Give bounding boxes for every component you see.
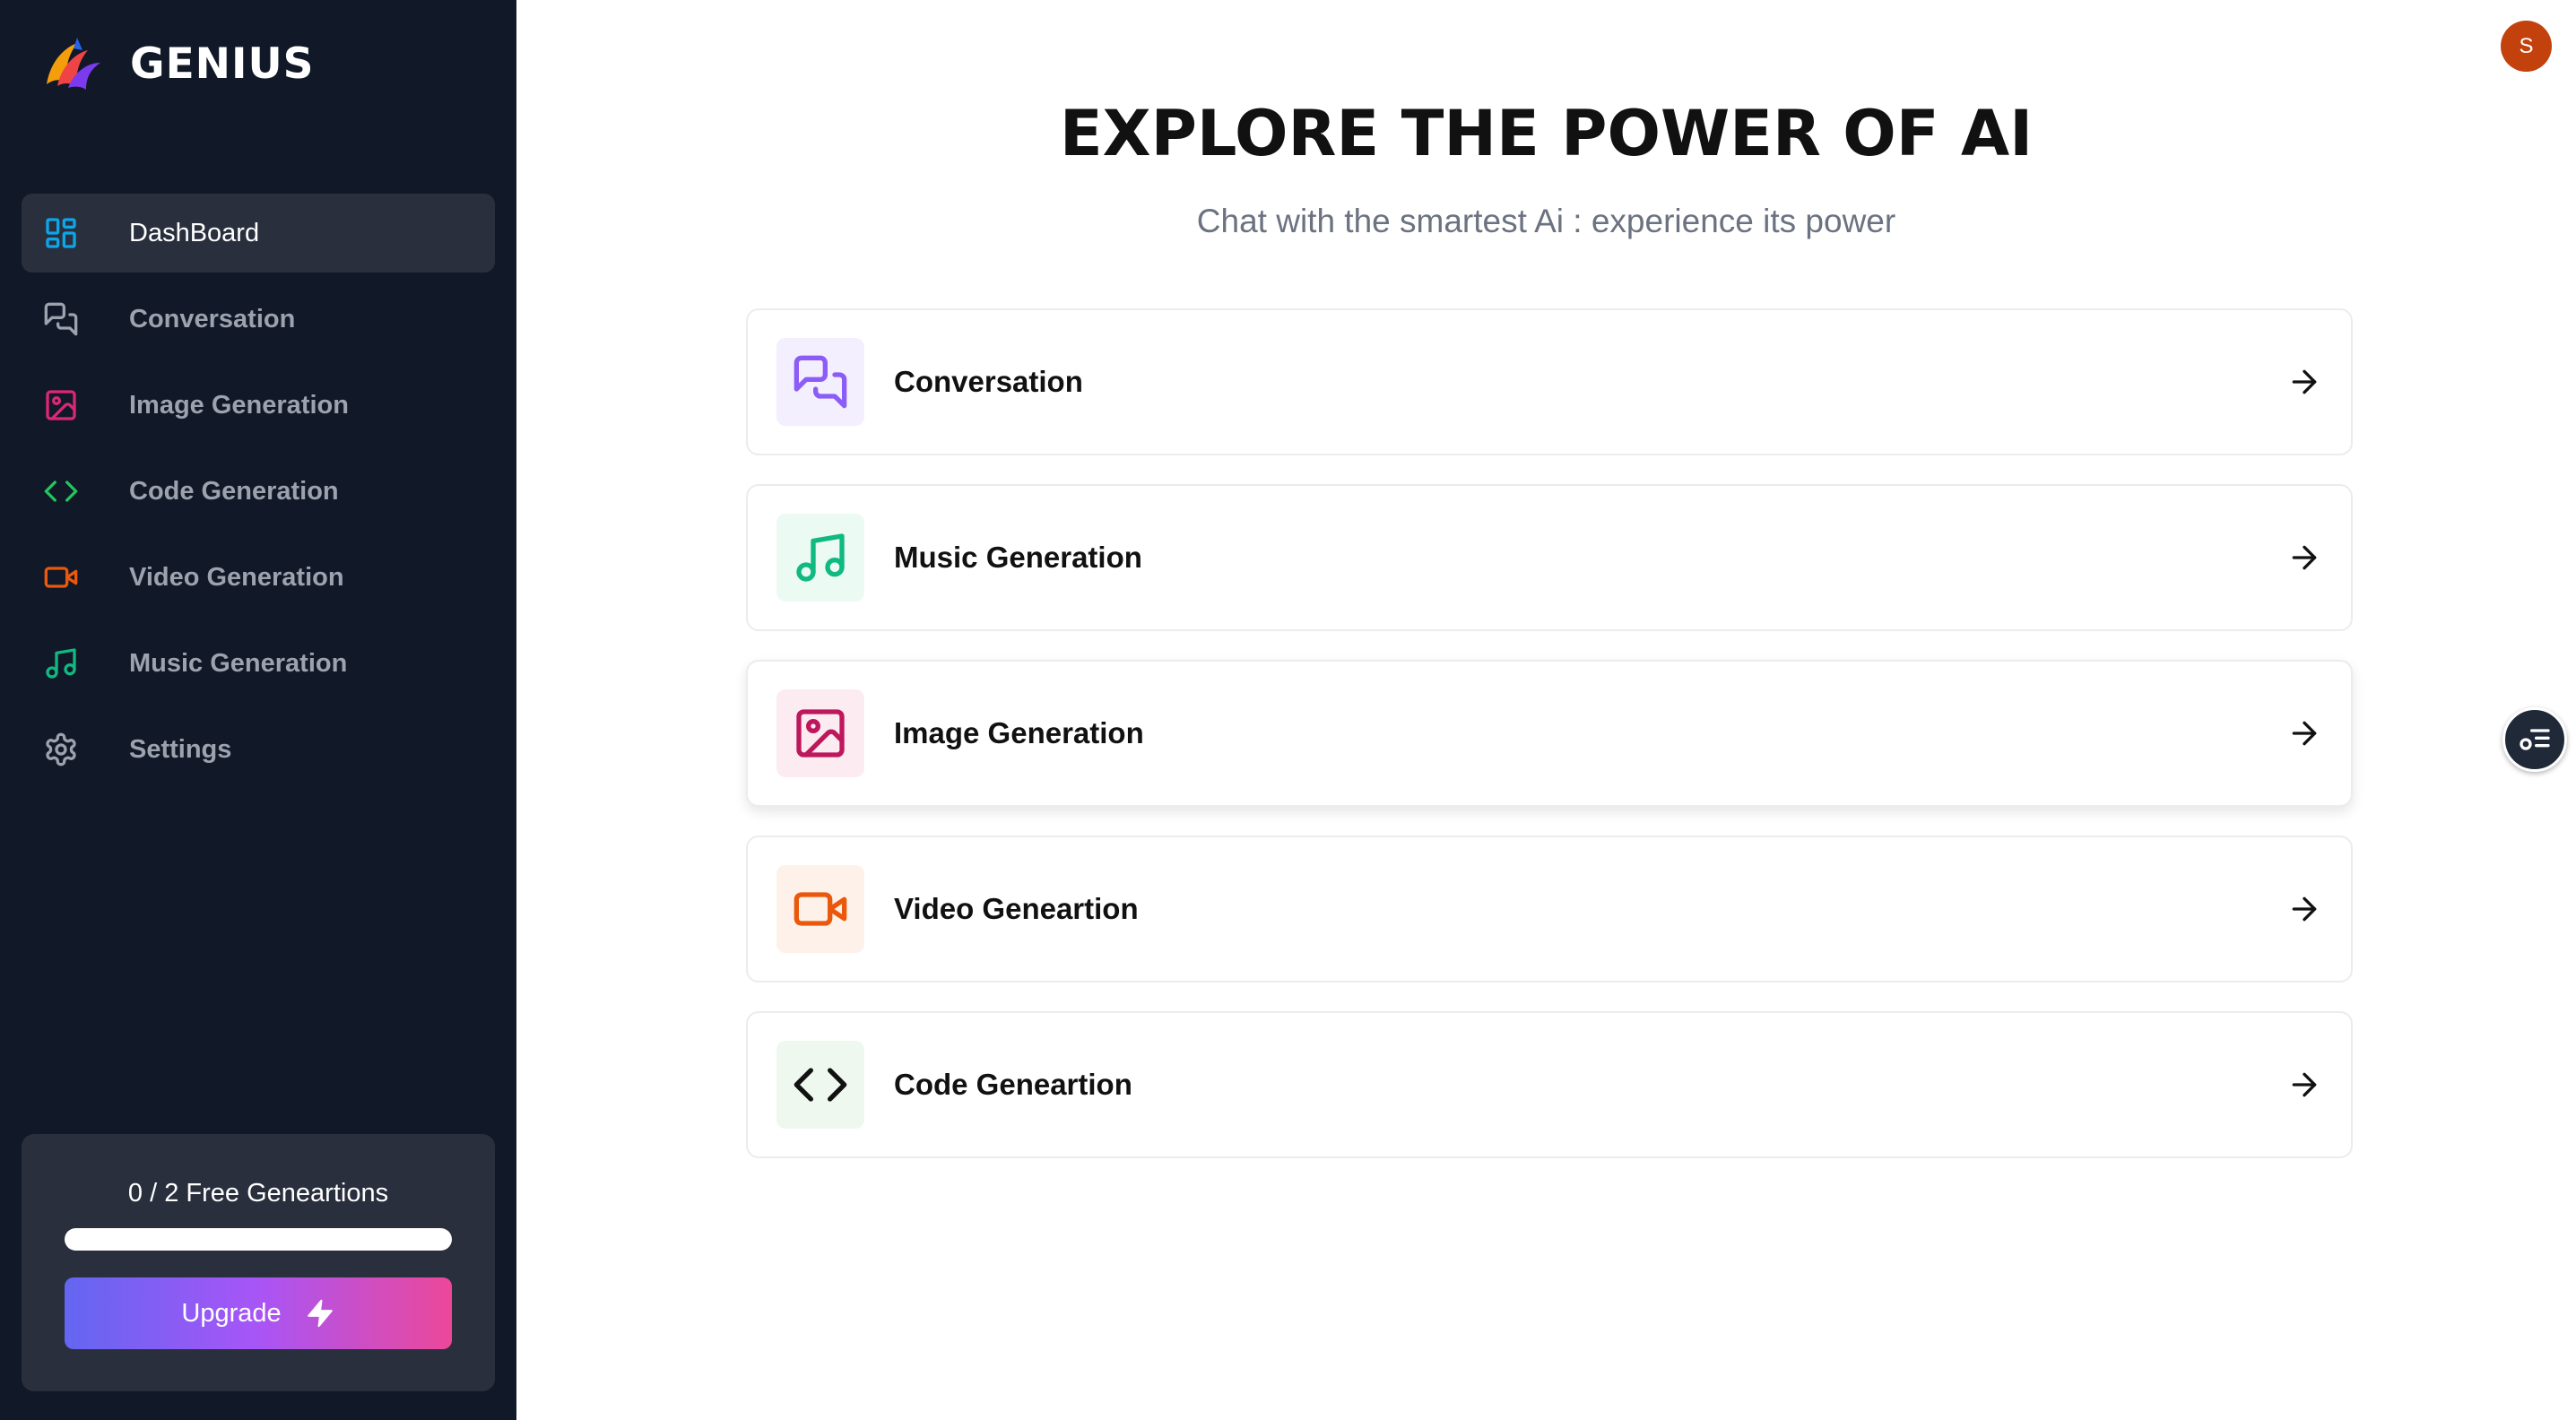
tool-card-music-generation[interactable]: Music Generation: [746, 484, 2353, 631]
brand[interactable]: GENIUS: [41, 32, 315, 95]
music-icon: [43, 645, 79, 681]
main-content: S EXPLORE THE POWER OF AI Chat with the …: [516, 0, 2576, 1420]
sidebar-item-label: Video Generation: [129, 562, 344, 592]
tool-label: Image Generation: [894, 716, 1144, 749]
tool-label: Conversation: [894, 365, 1083, 398]
sidebar-item-label: DashBoard: [129, 218, 260, 247]
sidebar-item-dashboard[interactable]: DashBoard: [22, 194, 495, 273]
sidebar-item-code-generation[interactable]: Code Generation: [22, 452, 495, 531]
sidebar-item-music-generation[interactable]: Music Generation: [22, 624, 495, 703]
free-generations-counter: 0 / 2 Free Geneartions: [127, 1179, 389, 1208]
sidebar-item-label: Image Generation: [129, 390, 349, 420]
sidebar-item-conversation[interactable]: Conversation: [22, 280, 495, 359]
tool-list: Conversation Music Generation Image Gene…: [746, 308, 2353, 1187]
arrow-right-icon: [2292, 1072, 2317, 1097]
list-settings-icon: [2520, 729, 2550, 750]
music-icon: [796, 533, 845, 582]
tool-card-image-generation[interactable]: Image Generation: [746, 660, 2353, 807]
floating-action-button[interactable]: [2502, 707, 2567, 772]
layout-dashboard-icon: [43, 215, 79, 251]
code-icon: [43, 473, 79, 509]
brand-name: GENIUS: [130, 39, 315, 89]
settings-icon: [43, 732, 79, 767]
zap-icon: [307, 1299, 333, 1328]
arrow-right-icon: [2292, 545, 2317, 570]
tool-label: Code Geneartion: [894, 1068, 1132, 1101]
free-generations-progress: [65, 1228, 452, 1251]
sidebar-item-label: Code Generation: [129, 476, 339, 506]
arrow-right-icon: [2292, 721, 2317, 746]
tool-card-video-generation[interactable]: Video Geneartion: [746, 836, 2353, 983]
video-icon: [43, 559, 79, 595]
sidebar-item-image-generation[interactable]: Image Generation: [22, 366, 495, 445]
sidebar-item-video-generation[interactable]: Video Generation: [22, 538, 495, 617]
messages-icon: [794, 355, 847, 409]
genius-logo-icon: [47, 38, 100, 90]
tool-icon-box: [776, 1041, 864, 1129]
sidebar-item-label: Music Generation: [129, 648, 348, 678]
tool-icon-box: [776, 865, 864, 953]
tool-icon-box: [776, 689, 864, 777]
tool-label: Video Geneartion: [894, 892, 1139, 925]
avatar[interactable]: S: [2501, 21, 2552, 72]
image-icon: [796, 709, 845, 758]
sidebar: GENIUS DashBoard Conversation Image Gene…: [0, 0, 516, 1420]
page-title: EXPLORE THE POWER OF AI: [1059, 97, 2034, 170]
sidebar-item-label: Settings: [129, 734, 232, 764]
messages-icon: [43, 301, 79, 337]
page-subtitle: Chat with the smartest Ai : experience i…: [1196, 203, 1896, 239]
image-icon: [43, 387, 79, 423]
video-icon: [794, 892, 847, 926]
arrow-right-icon: [2292, 369, 2317, 394]
tool-card-code-generation[interactable]: Code Geneartion: [746, 1011, 2353, 1158]
sidebar-item-label: Conversation: [129, 304, 296, 333]
tool-icon-box: [776, 338, 864, 426]
free-generations-card: 0 / 2 Free Geneartions Upgrade: [22, 1134, 495, 1391]
code-icon: [794, 1068, 847, 1102]
tool-card-conversation[interactable]: Conversation: [746, 308, 2353, 455]
avatar-initial: S: [2519, 33, 2534, 58]
sidebar-nav: DashBoard Conversation Image Generation: [22, 194, 495, 796]
sidebar-item-settings[interactable]: Settings: [22, 710, 495, 789]
tool-label: Music Generation: [894, 541, 1142, 574]
tool-icon-box: [776, 514, 864, 602]
arrow-right-icon: [2292, 896, 2317, 922]
upgrade-button-label: Upgrade: [181, 1298, 282, 1328]
upgrade-button[interactable]: Upgrade: [65, 1277, 452, 1349]
